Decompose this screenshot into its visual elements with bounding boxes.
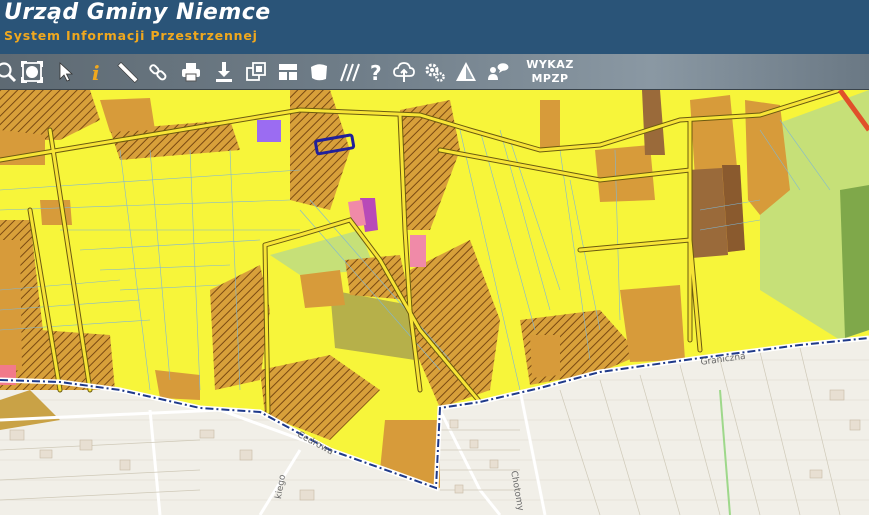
svg-text:i: i	[92, 61, 100, 85]
parcel-brown-2	[688, 168, 728, 258]
measure-ruler-icon[interactable]	[115, 60, 139, 84]
parcel-orange-14	[530, 335, 560, 378]
settings-icon[interactable]	[423, 60, 447, 84]
parcel-orange-4	[0, 240, 22, 372]
link-icon[interactable]	[146, 60, 170, 84]
users-chat-icon[interactable]	[486, 60, 510, 84]
hatch-icon[interactable]	[338, 60, 362, 84]
cloud-upload-icon[interactable]	[392, 60, 416, 84]
parcel-purple-1	[257, 120, 281, 142]
app-subtitle: System Informacji Przestrzennej	[4, 28, 258, 43]
map-view[interactable]: Graniczna Cedrowa Chotomy kiego	[0, 90, 869, 515]
parcel-orange-8	[620, 285, 685, 362]
svg-text:?: ?	[370, 61, 382, 85]
toolbar: i ? WYKAZ MPZP	[0, 54, 869, 90]
shape-icon[interactable]	[307, 60, 331, 84]
zoom-extent-icon[interactable]	[20, 60, 44, 84]
warning-triangle-icon[interactable]	[454, 60, 478, 84]
layout-icon[interactable]	[276, 60, 300, 84]
help-icon[interactable]: ?	[364, 60, 388, 85]
print-icon[interactable]	[179, 60, 203, 84]
select-arrow-icon[interactable]	[54, 60, 78, 84]
wykaz-label: WYKAZ	[526, 58, 574, 71]
parcel-orange-13	[155, 370, 200, 400]
app-title: Urząd Gminy Niemce	[4, 0, 271, 25]
map-canvas	[0, 90, 869, 515]
mpzp-label: MPZP	[531, 72, 569, 85]
green-area-dark	[840, 185, 869, 338]
parcel-orange-3	[40, 200, 72, 225]
download-icon[interactable]	[212, 60, 236, 84]
zoom-icon[interactable]	[0, 60, 18, 84]
info-icon[interactable]: i	[84, 60, 108, 85]
wykaz-mpzp-button[interactable]: WYKAZ MPZP	[522, 58, 578, 88]
parcel-pink-2	[410, 235, 426, 267]
app-header: Urząd Gminy Niemce System Informacji Prz…	[0, 0, 869, 54]
parcel-orange-5	[300, 270, 345, 308]
parcel-orange-6	[540, 100, 560, 150]
layers-copy-icon[interactable]	[244, 60, 268, 84]
